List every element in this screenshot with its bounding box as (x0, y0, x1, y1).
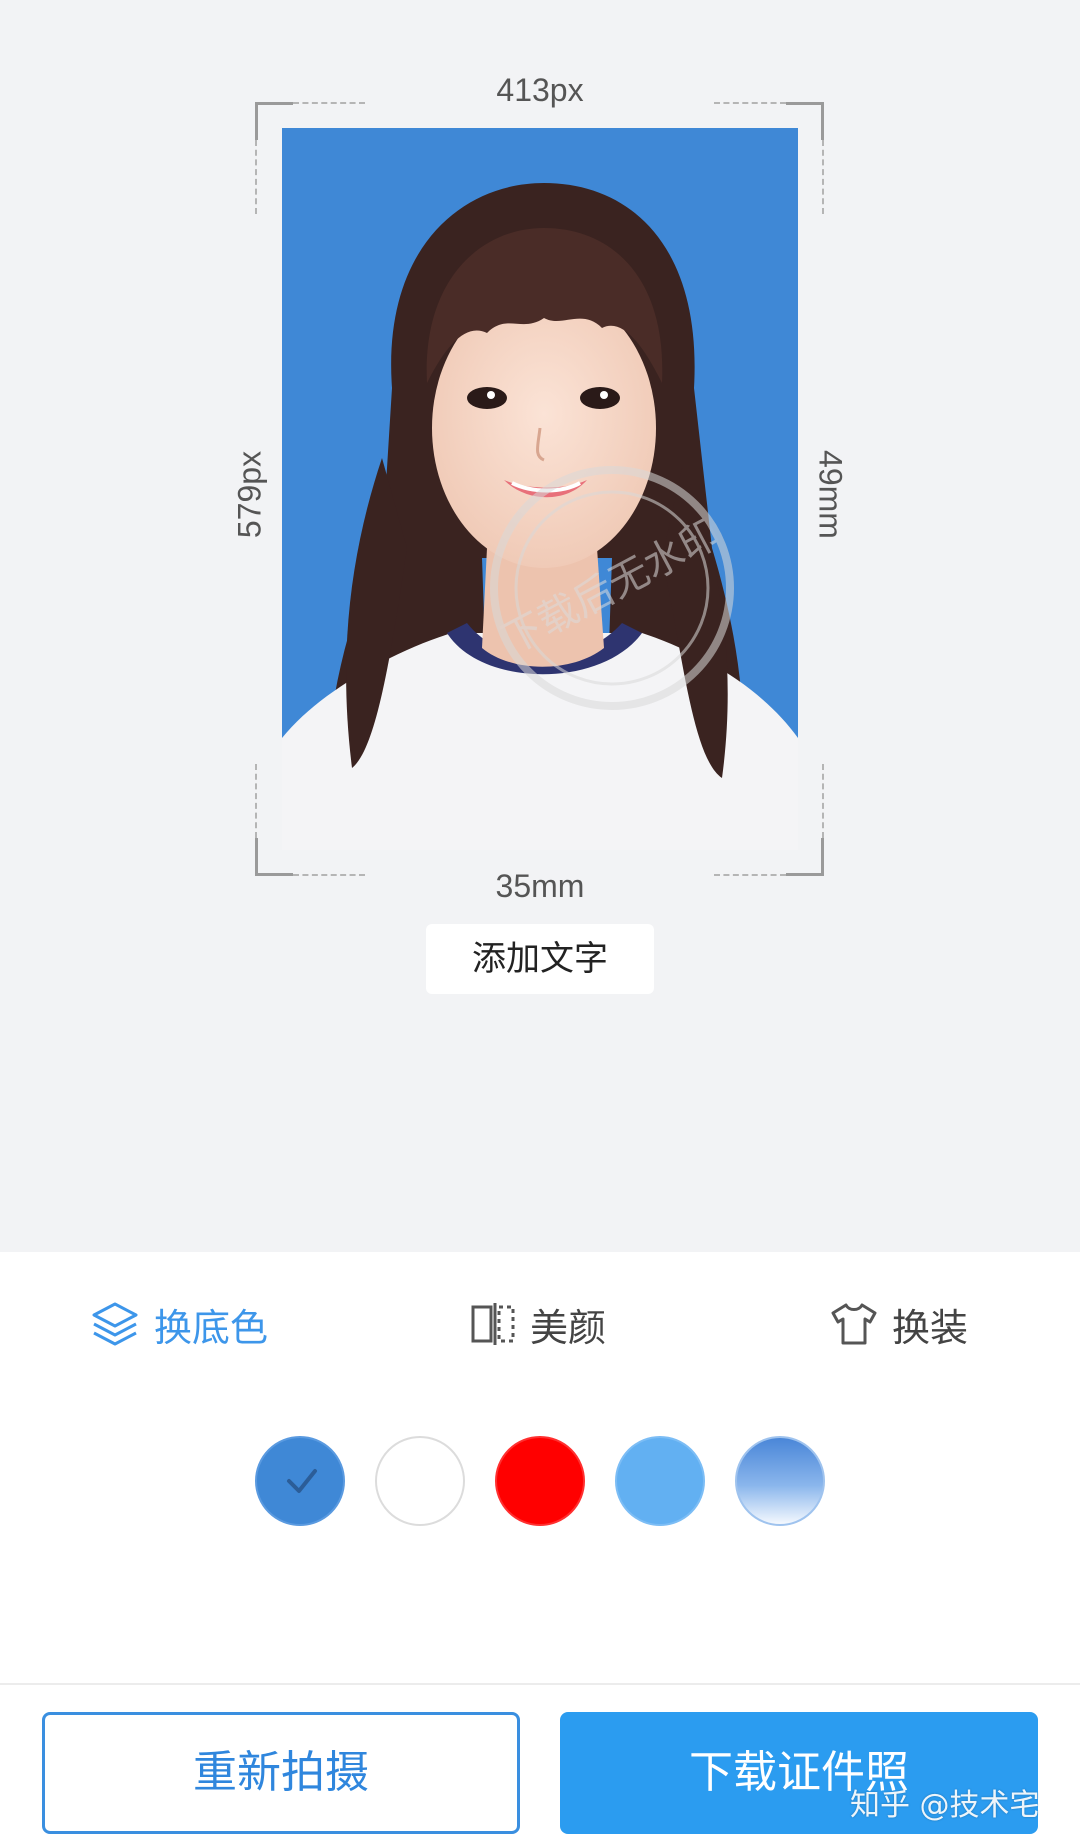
height-pixels-label: 579px (231, 450, 268, 539)
retake-button[interactable]: 重新拍摄 (42, 1712, 520, 1834)
swatch-dark-blue[interactable] (255, 1436, 345, 1526)
tab-change-background-label: 换底色 (154, 1305, 269, 1350)
width-pixels-label: 413px (496, 72, 584, 108)
tab-change-background[interactable]: 换底色 (90, 1296, 268, 1352)
dimension-line-bottom-right (714, 874, 786, 876)
check-icon (287, 1469, 317, 1493)
tab-beauty[interactable]: 美颜 (470, 1296, 606, 1352)
dimension-line-right-bottom (822, 764, 824, 838)
dimension-line-right-top (822, 140, 824, 214)
id-photo: 下载后无水印 (282, 128, 798, 850)
photo-preview-area: 413px 579px 49mm 35mm 下载后无水印 添加文字 (0, 0, 1080, 1252)
tab-beauty-label: 美颜 (530, 1305, 607, 1350)
height-mm-label: 49mm (812, 450, 849, 539)
width-mm-label: 35mm (495, 868, 585, 904)
swatch-gradient-blue[interactable] (735, 1436, 825, 1526)
id-photo-editor: 413px 579px 49mm 35mm 下载后无水印 添加文字 换底色 美颜… (0, 0, 1080, 1845)
swatch-red[interactable] (495, 1436, 585, 1526)
swatch-white[interactable] (375, 1436, 465, 1526)
tshirt-icon (831, 1303, 877, 1345)
compare-icon (471, 1303, 515, 1345)
add-text-button[interactable]: 添加文字 (426, 924, 654, 994)
layers-icon (92, 1302, 138, 1346)
tab-change-outfit[interactable]: 换装 (830, 1296, 968, 1352)
dimension-line-left-top (255, 140, 257, 214)
swatch-light-blue[interactable] (615, 1436, 705, 1526)
dimension-line-top-left (293, 102, 365, 104)
portrait-image: 下载后无水印 (282, 128, 798, 850)
source-watermark: 知乎 @技术宅 (850, 1788, 1040, 1823)
dimension-line-top-right (714, 102, 786, 104)
tab-change-outfit-label: 换装 (892, 1305, 969, 1350)
footer-divider (0, 1683, 1080, 1685)
dimension-line-left-bottom (255, 764, 257, 838)
dimension-line-bottom-left (293, 874, 365, 876)
